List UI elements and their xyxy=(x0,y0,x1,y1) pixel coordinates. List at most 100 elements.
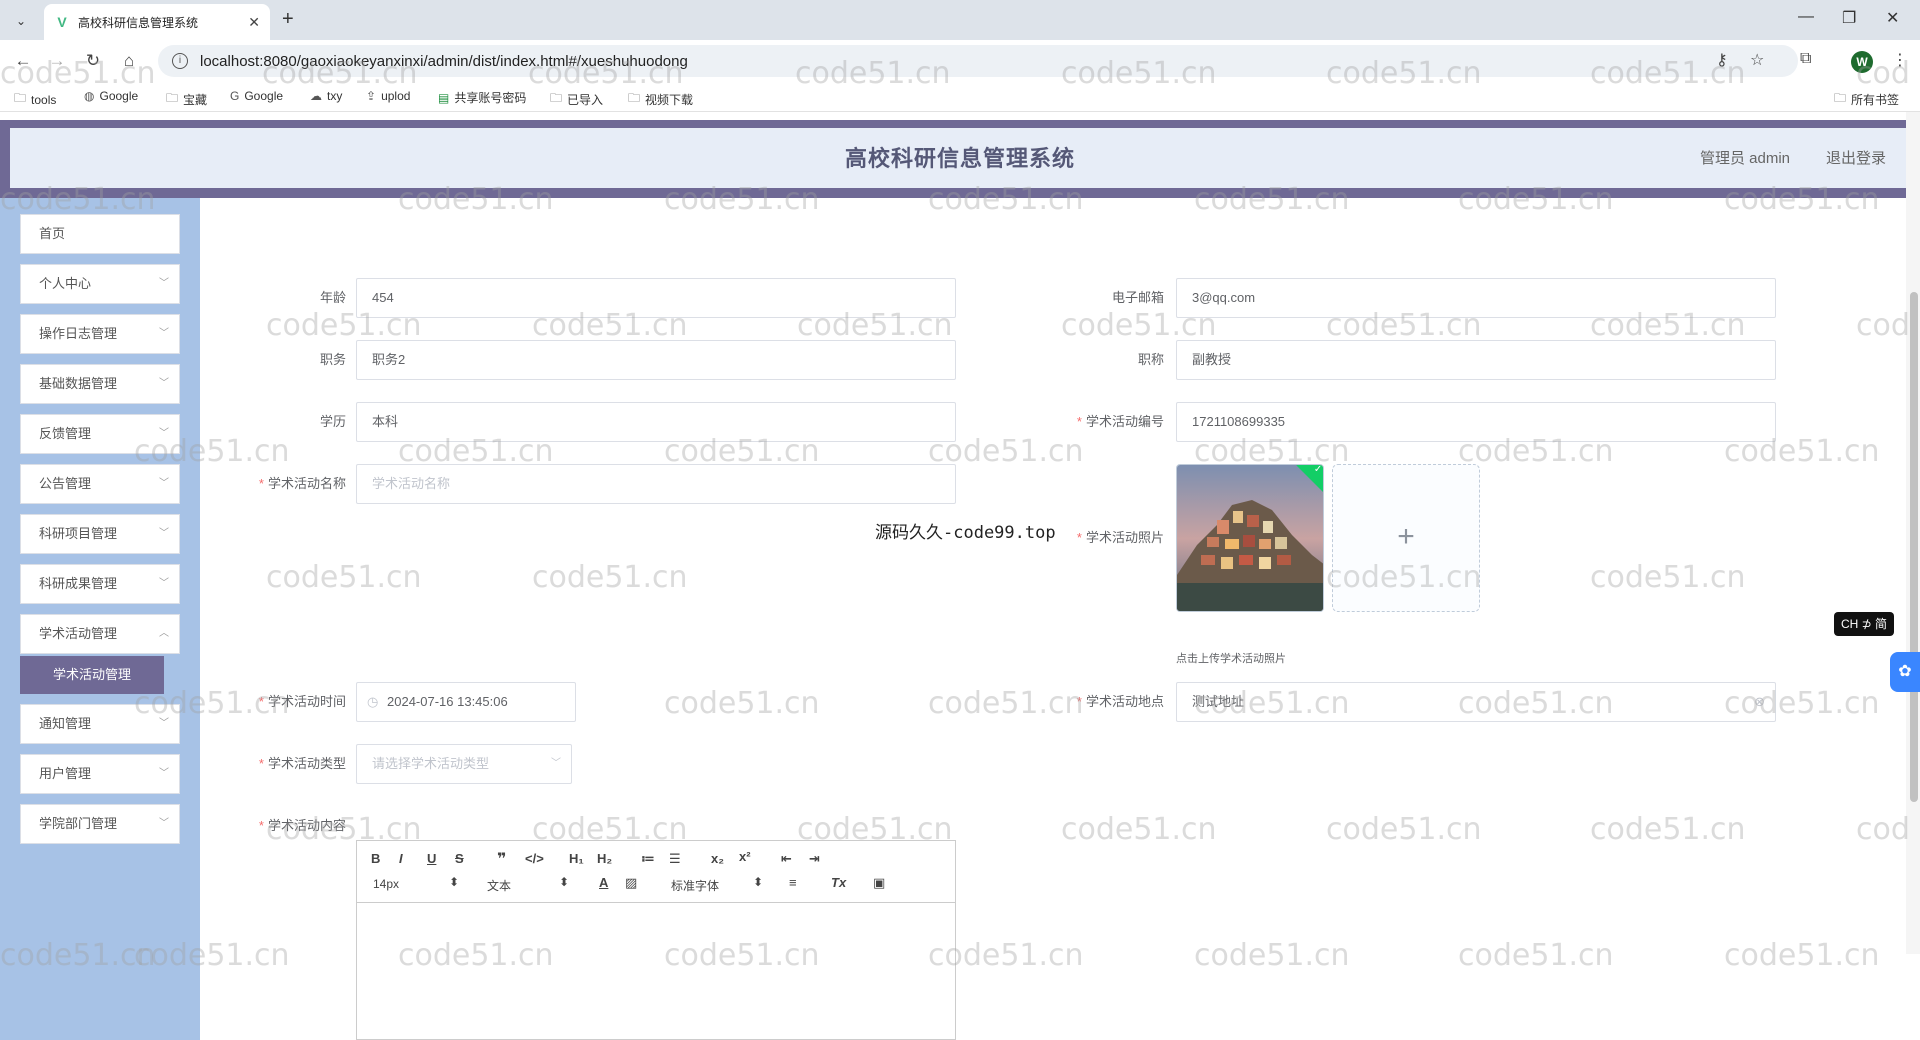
text-color-icon[interactable]: A xyxy=(599,875,608,890)
sidebar-item-activity[interactable]: 学术活动管理 ︿ xyxy=(20,614,180,654)
education-input[interactable]: 本科 xyxy=(356,402,956,442)
activity-type-label: * 学术活动类型 xyxy=(258,756,346,771)
sidebar-item-profile[interactable]: 个人中心 ﹀ xyxy=(20,264,180,304)
rich-text-editor[interactable]: B I U S ❞ </> H₁ H₂ ≔ ☰ x₂ x² ⇤ ⇥ 14px ⬍… xyxy=(356,840,956,1040)
sidebar-item-project[interactable]: 科研项目管理 ﹀ xyxy=(20,514,180,554)
all-bookmarks[interactable]: 🗀 所有书签 xyxy=(1834,89,1899,110)
sidebar-item-users[interactable]: 用户管理 ﹀ xyxy=(20,754,180,794)
scrollbar-thumb[interactable] xyxy=(1910,292,1918,802)
bookmarks-bar: 🗀 tools ◍ Google 🗀 宝藏 G Google ☁ txy ⇪ uplod ▤… xyxy=(0,82,1920,112)
chevron-down-icon: ﹀ xyxy=(159,578,169,589)
logout-button[interactable]: 退出登录 xyxy=(1826,128,1886,190)
superscript-icon[interactable]: x² xyxy=(739,849,751,864)
editor-toolbar: B I U S ❞ </> H₁ H₂ ≔ ☰ x₂ x² ⇤ ⇥ 14px ⬍… xyxy=(357,841,955,903)
activity-photo-thumbnail[interactable]: ✓ xyxy=(1176,464,1324,612)
activity-time-picker[interactable]: ◷ 2024-07-16 13:45:06 xyxy=(356,682,576,722)
password-key-icon[interactable]: ⚷ xyxy=(1716,50,1728,70)
back-icon[interactable]: ← xyxy=(12,50,34,72)
position-input[interactable]: 职务2 xyxy=(356,340,956,380)
outdent-icon[interactable]: ⇤ xyxy=(781,851,792,867)
forward-icon[interactable]: → xyxy=(46,50,68,72)
activity-name-label: * 学术活动名称 xyxy=(258,476,346,491)
sidebar-item-achievement[interactable]: 科研成果管理 ﹀ xyxy=(20,564,180,604)
bookmark-item[interactable]: ☁ txy xyxy=(310,89,342,103)
image-icon[interactable]: ▣ xyxy=(873,875,885,891)
subscript-icon[interactable]: x₂ xyxy=(711,851,724,866)
bookmark-item[interactable]: ▤ 共享账号密码 xyxy=(438,89,526,106)
tab-search-icon[interactable]: ⌄ xyxy=(10,10,32,32)
chevron-down-icon: ﹀ xyxy=(159,478,169,489)
clear-format-icon[interactable]: Tx xyxy=(831,875,846,890)
bookmark-item[interactable]: ⇪ uplod xyxy=(366,89,410,103)
background-color-icon[interactable]: ▨ xyxy=(625,875,637,891)
italic-icon[interactable]: I xyxy=(399,851,403,866)
browser-tab[interactable]: V 高校科研信息管理系统 ✕ xyxy=(44,4,270,40)
bold-icon[interactable]: B xyxy=(371,851,380,866)
sidebar-item-basedata[interactable]: 基础数据管理 ﹀ xyxy=(20,364,180,404)
strike-icon[interactable]: S xyxy=(455,851,464,866)
activity-photo-label: * 学术活动照片 xyxy=(1076,530,1164,545)
bookmark-item[interactable]: ◍ Google xyxy=(84,89,138,103)
indent-icon[interactable]: ⇥ xyxy=(809,851,820,867)
chevron-down-icon: ﹀ xyxy=(159,768,169,779)
profile-avatar[interactable]: W xyxy=(1851,51,1873,73)
activity-place-label: * 学术活动地点 xyxy=(1076,694,1164,709)
sidebar-item-notice[interactable]: 公告管理 ﹀ xyxy=(20,464,180,504)
font-family-select[interactable]: 标准字体 xyxy=(671,877,719,894)
sidebar-subitem-activity-active[interactable]: 学术活动管理 xyxy=(20,656,164,694)
font-size-select[interactable]: 14px xyxy=(373,877,399,891)
title-input[interactable]: 副教授 xyxy=(1176,340,1776,380)
overlay-watermark-text: 源码久久-code99.top xyxy=(875,523,1056,543)
underline-icon[interactable]: U xyxy=(427,851,436,866)
bookmark-item[interactable]: G Google xyxy=(230,89,283,103)
reload-icon[interactable]: ↻ xyxy=(82,50,104,72)
ime-indicator[interactable]: CH ⊅ 简 xyxy=(1834,612,1894,636)
sidebar-item-departments[interactable]: 学院部门管理 ﹀ xyxy=(20,804,180,844)
restore-icon[interactable]: ❐ xyxy=(1842,8,1856,28)
format-select[interactable]: 文本 xyxy=(487,877,511,894)
bookmark-star-icon[interactable]: ☆ xyxy=(1750,50,1764,70)
minimize-icon[interactable]: — xyxy=(1798,8,1814,26)
tab-title: 高校科研信息管理系统 xyxy=(78,15,199,30)
align-icon[interactable]: ≡ xyxy=(789,875,797,890)
home-icon[interactable]: ⌂ xyxy=(118,50,140,72)
current-user: 管理员 admin xyxy=(1699,150,1790,167)
blockquote-icon[interactable]: ❞ xyxy=(497,849,506,869)
bookmark-item[interactable]: 🗀 已导入 xyxy=(550,89,603,110)
age-input[interactable]: 454 xyxy=(356,278,956,318)
sidebar-item-notification[interactable]: 通知管理 ﹀ xyxy=(20,704,180,744)
activity-name-input[interactable]: 学术活动名称 xyxy=(356,464,956,504)
tab-close-icon[interactable]: ✕ xyxy=(248,14,260,31)
sidebar-item-home[interactable]: 首页 xyxy=(20,214,180,254)
position-label: 职务 xyxy=(319,352,346,367)
email-input[interactable]: 3@qq.com xyxy=(1176,278,1776,318)
ordered-list-icon[interactable]: ≔ xyxy=(641,851,655,867)
bookmark-item[interactable]: 🗀 宝藏 xyxy=(166,89,207,110)
photo-upload-tip: 点击上传学术活动照片 xyxy=(1176,653,1286,665)
activity-content-label: * 学术活动内容 xyxy=(258,818,346,833)
new-tab-button[interactable]: + xyxy=(282,8,294,31)
url-text: localhost:8080/gaoxiaokeyanxinxi/admin/d… xyxy=(200,52,688,70)
floating-assistant-icon[interactable]: ✿ xyxy=(1890,652,1920,692)
page-scrollbar[interactable] xyxy=(1906,112,1920,954)
window-close-icon[interactable]: ✕ xyxy=(1886,8,1899,28)
app-header: 高校科研信息管理系统 管理员 admin 退出登录 xyxy=(0,120,1920,198)
sidebar-item-oplog[interactable]: 操作日志管理 ﹀ xyxy=(20,314,180,354)
bullet-list-icon[interactable]: ☰ xyxy=(669,851,681,867)
code-icon[interactable]: </> xyxy=(525,851,544,866)
extensions-icon[interactable]: ⧉ xyxy=(1800,50,1811,68)
activity-no-input[interactable]: 1721108699335 xyxy=(1176,402,1776,442)
sidebar-item-feedback[interactable]: 反馈管理 ﹀ xyxy=(20,414,180,454)
site-info-icon[interactable]: i xyxy=(172,53,188,69)
page-title: 高校科研信息管理系统 xyxy=(844,146,1075,171)
activity-type-select[interactable]: 请选择学术活动类型 ﹀ xyxy=(356,744,572,784)
clear-icon[interactable]: ⊗ xyxy=(1754,683,1765,721)
url-field[interactable]: i localhost:8080/gaoxiaokeyanxinxi/admin… xyxy=(158,45,1798,77)
activity-place-input[interactable]: 测试地址 ⊗ xyxy=(1176,682,1776,722)
bookmark-item[interactable]: 🗀 tools xyxy=(14,89,56,110)
menu-kebab-icon[interactable]: ⋮ xyxy=(1892,50,1908,70)
bookmark-item[interactable]: 🗀 视频下载 xyxy=(628,89,693,110)
header-2-icon[interactable]: H₂ xyxy=(597,851,612,866)
photo-upload-button[interactable]: + xyxy=(1332,464,1480,612)
header-1-icon[interactable]: H₁ xyxy=(569,851,584,866)
